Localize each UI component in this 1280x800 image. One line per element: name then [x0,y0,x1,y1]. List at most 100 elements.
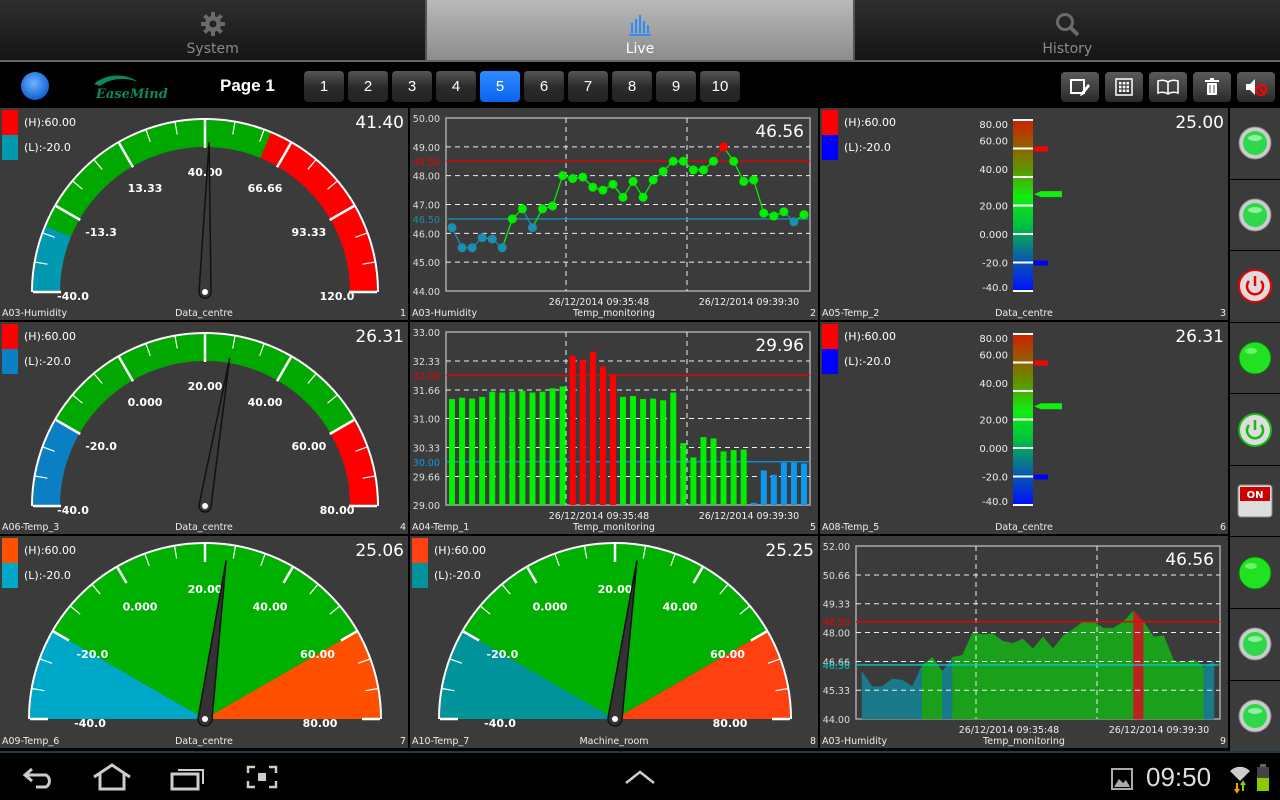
recent-apps-icon[interactable] [170,765,206,791]
indicator-led-2[interactable] [1230,179,1280,251]
tab-label: History [1042,41,1093,57]
data-bar [499,392,506,505]
area-segment [891,678,903,720]
high-threshold-label: (H):60.00 [844,116,897,129]
gauge-scale-label: 80.00 [303,717,338,730]
data-point [769,211,779,221]
scale-label: 60.00 [979,351,1008,362]
area-segment [1103,627,1114,720]
area-segment [992,633,1004,720]
data-bar [599,366,606,505]
tab-system[interactable]: System [0,0,426,60]
delete-button[interactable] [1193,72,1231,102]
gauge-scale-label: -40.0 [484,717,516,730]
panel-index: 2 [809,308,816,319]
high-threshold-label: (H):60.00 [24,116,77,129]
low-color-swatch [822,135,838,160]
area-segment [922,656,933,720]
page-button-9[interactable]: 9 [656,71,696,102]
current-value: 25.06 [355,541,404,561]
data-bar [609,374,616,505]
power-button-on[interactable] [1230,394,1280,465]
status-light-2[interactable] [1230,537,1280,608]
low-threshold-label: (L):-20.0 [24,569,71,582]
data-point [588,182,598,192]
grid-button[interactable] [1105,72,1143,102]
y-tick-label: 33.00 [413,328,440,339]
panel-vbar-6: -40.0 -20.0 0.000 20.00 40.00 60.00 80.00 (H):6… [820,322,1228,534]
main-tabs: System Live History [0,0,1280,60]
data-point [447,223,457,233]
panel-index: 9 [1219,736,1226,747]
scale-label: 40.00 [979,165,1008,176]
indicator-led-1[interactable] [1230,108,1280,179]
gauge-scale-label: -20.0 [77,648,109,661]
low-threshold-label: (L):-20.0 [844,355,891,368]
data-bar [559,386,566,505]
current-value: 25.25 [765,541,814,561]
page-button-7[interactable]: 7 [568,71,608,102]
data-bar [459,397,466,505]
current-value: 46.56 [755,122,804,142]
scale-label: 40.00 [979,379,1008,390]
data-bar [529,392,536,505]
page-button-10[interactable]: 10 [700,71,740,102]
data-point [578,172,588,182]
low-threshold-label: 46.50 [413,215,440,226]
area-segment [1083,621,1094,720]
easemind-logo: EaseMind [94,75,168,102]
threshold-legend: (H):60.00 (L):-20.0 [822,324,896,374]
data-bar [660,400,667,505]
gauge-scale-label: 93.33 [292,226,327,239]
chevron-up-icon[interactable] [624,769,656,785]
page-button-6[interactable]: 6 [524,71,564,102]
connection-status-orb[interactable] [21,72,49,100]
panel-index: 1 [399,308,406,319]
indicator-led-4[interactable] [1230,680,1280,752]
page-button-3[interactable]: 3 [392,71,432,102]
gauge-scale-label: -13.3 [85,226,117,239]
led-green-icon [1238,627,1272,661]
series-line-segment [551,175,564,207]
book-button[interactable] [1149,72,1187,102]
data-point [799,210,809,220]
page-button-8[interactable]: 8 [612,71,652,102]
on-switch[interactable]: ON [1230,465,1280,537]
data-point [598,185,608,195]
y-tick-label: 48.00 [413,172,440,183]
high-threshold-label: (H):60.00 [24,544,77,557]
indicator-led-3[interactable] [1230,608,1280,680]
data-bar [730,450,737,505]
tab-history[interactable]: History [854,0,1280,60]
legend-high: (H):60.00 [2,538,76,563]
page-button-5[interactable]: 5 [480,71,520,102]
tab-live[interactable]: Live [427,0,853,60]
legend-low: (L):-20.0 [822,135,896,160]
home-icon[interactable] [92,763,132,791]
low-color-swatch [2,563,18,588]
tool-buttons [1061,72,1275,102]
page-button-1[interactable]: 1 [304,71,344,102]
status-light-1[interactable] [1230,322,1280,394]
high-marker [1034,146,1048,152]
page-button-2[interactable]: 2 [348,71,388,102]
gauge-scale-label: 0.000 [533,600,568,613]
power-button-off[interactable] [1230,251,1280,322]
edit-button[interactable] [1061,72,1099,102]
panel-index: 5 [809,522,816,533]
back-icon[interactable] [22,765,56,789]
y-tick-label: 52.00 [823,542,850,553]
panel-line-2: 44.00 45.00 46.00 47.00 48.00 49.00 50.00 26/12… [410,108,818,320]
power-green-icon [1238,412,1272,447]
data-bar [740,449,747,505]
image-notification-icon[interactable] [1111,768,1133,790]
screenshot-icon[interactable] [246,765,278,789]
current-value: 46.56 [1165,550,1214,570]
mute-button[interactable] [1237,72,1275,102]
page-button-4[interactable]: 4 [436,71,476,102]
y-tick-label: 31.66 [413,386,440,397]
scale-label: -40.0 [982,497,1008,508]
scale-label: -40.0 [982,283,1008,294]
y-tick-label: 49.33 [823,600,850,611]
low-threshold-label: (L):-20.0 [24,141,71,154]
